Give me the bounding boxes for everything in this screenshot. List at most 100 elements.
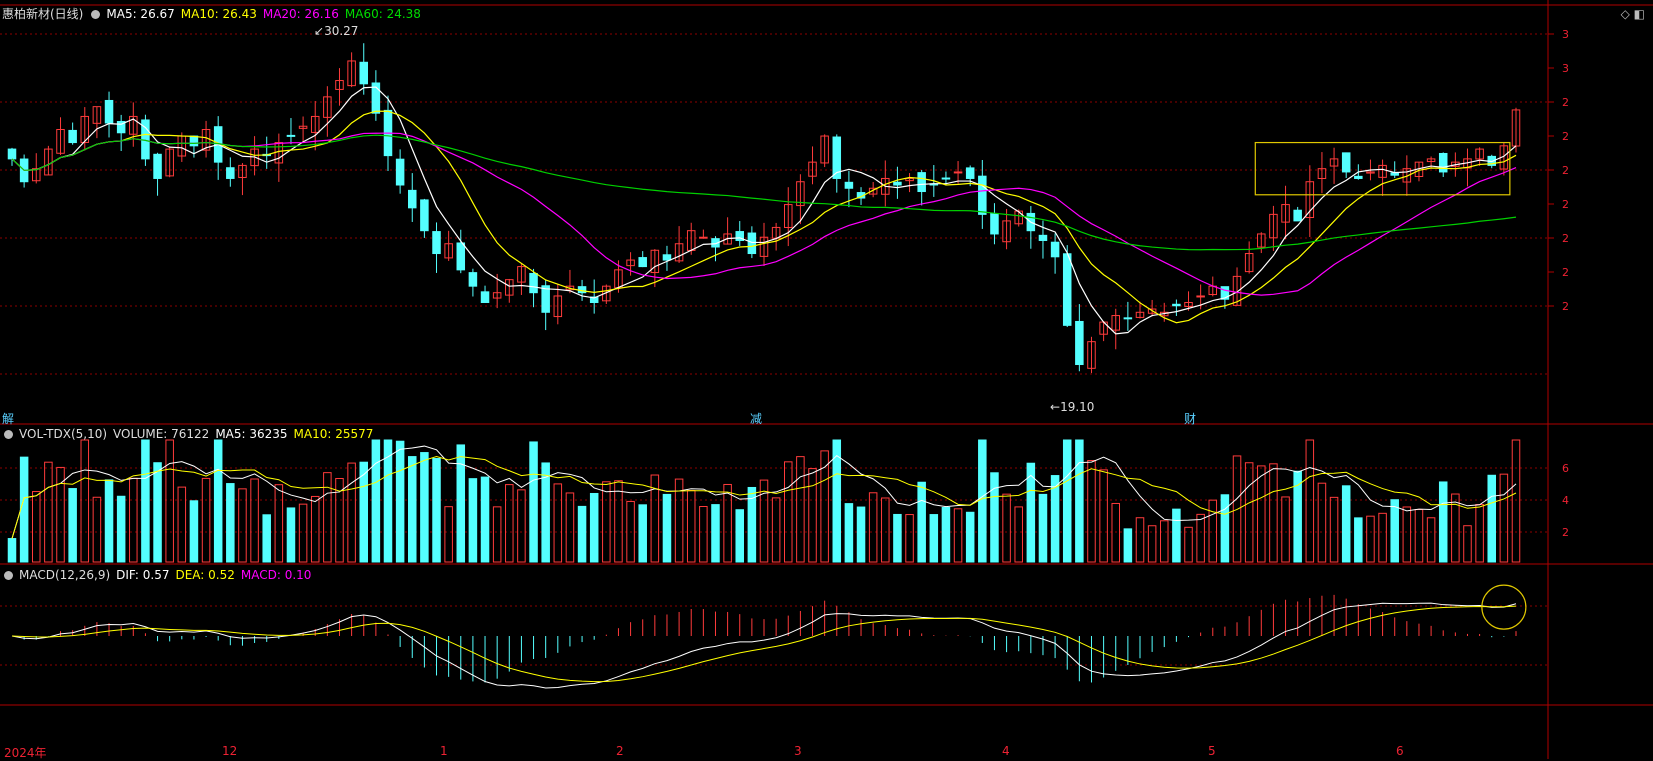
- volume-bar: [420, 452, 429, 563]
- event-marker-finance[interactable]: 财: [1184, 410, 1196, 427]
- volume-bar: [31, 491, 41, 563]
- candle-body: [189, 135, 199, 147]
- volume-bar: [323, 472, 332, 563]
- x-tick-label: 1: [440, 744, 448, 758]
- volume-bar: [686, 490, 696, 563]
- price-axis-label: 3: [1562, 28, 1569, 41]
- candle-body: [1438, 152, 1448, 173]
- candle-body: [286, 134, 296, 137]
- volume-bar: [444, 506, 453, 563]
- candle-body: [432, 231, 441, 255]
- volume-value: VOLUME: 76122: [113, 427, 210, 441]
- volume-bar: [893, 513, 902, 563]
- volume-bar: [1366, 515, 1375, 563]
- candle-body: [226, 167, 235, 179]
- volume-bar: [1087, 460, 1096, 563]
- volume-bar: [177, 486, 187, 563]
- candle-body: [420, 199, 429, 232]
- low-price-label: 19.10: [1060, 400, 1095, 414]
- volume-bar: [19, 456, 29, 563]
- volume-bar: [116, 495, 126, 563]
- ma20-line: [11, 132, 1517, 296]
- candle-body: [104, 99, 114, 124]
- candle-body: [699, 236, 708, 239]
- volume-bar: [1378, 512, 1387, 563]
- volume-bar: [129, 477, 138, 563]
- x-tick-label: 12: [222, 744, 238, 758]
- ma60-value: MA60: 24.38: [344, 7, 421, 21]
- volume-bar: [978, 439, 987, 563]
- volume-bar: [614, 480, 623, 563]
- volume-bar: [1196, 513, 1205, 563]
- candle-body: [456, 242, 466, 271]
- price-axis-label: 2: [1562, 198, 1569, 211]
- volume-bar: [432, 457, 441, 563]
- volume-bar: [92, 496, 102, 563]
- volume-bar: [1329, 496, 1339, 563]
- volume-bar: [1147, 525, 1157, 563]
- price-axis-label: 2: [1562, 130, 1569, 143]
- panel-tools: ◇ ◧: [1621, 7, 1645, 21]
- x-tick-label: 6: [1396, 744, 1404, 758]
- volume-bar: [1499, 473, 1509, 563]
- volume-bar: [1511, 439, 1521, 563]
- volume-bar: [990, 472, 999, 563]
- candle-body: [395, 158, 405, 186]
- kline-chart[interactable]: 3 3 2 2 2 2 2 2 2 6 4 2 惠柏新材(日线) MA5: 26.67 MA10: 26.…: [0, 0, 1653, 760]
- volume-panel-header: VOL-TDX(5,10) VOLUME: 76122 MA5: 36235 MA10…: [2, 426, 379, 442]
- ma10-value: MA10: 26.43: [180, 7, 257, 21]
- high-annotation: ↙30.27: [314, 24, 359, 38]
- volume-bar: [1354, 517, 1363, 563]
- collapse-icon[interactable]: [4, 571, 13, 580]
- volume-bar: [577, 505, 587, 563]
- vol-indicator-name: VOL-TDX(5,10): [19, 427, 108, 441]
- price-axis-label: 3: [1562, 62, 1569, 75]
- volume-bar: [1463, 525, 1472, 563]
- chart-canvas[interactable]: 3 3 2 2 2 2 2 2 2 6 4 2: [0, 0, 1653, 759]
- volume-bar: [1159, 520, 1169, 563]
- candle-body: [1062, 253, 1072, 326]
- volume-bar: [468, 478, 478, 563]
- diamond-icon[interactable]: ◇: [1621, 7, 1630, 21]
- volume-bar: [1269, 463, 1278, 563]
- event-marker-reduce[interactable]: 减: [750, 410, 762, 427]
- window-icon[interactable]: ◧: [1634, 7, 1645, 21]
- volume-bar: [1244, 462, 1254, 563]
- event-marker-unlock[interactable]: 解: [2, 410, 14, 427]
- candle-body: [965, 167, 975, 179]
- volume-bar: [905, 514, 914, 563]
- candle-body: [7, 148, 17, 160]
- volume-bar: [1014, 506, 1023, 563]
- volume-bar: [347, 462, 356, 563]
- volume-bar: [153, 462, 162, 563]
- volume-bar: [1062, 439, 1072, 563]
- dif-value: DIF: 0.57: [116, 568, 170, 582]
- volume-bar: [407, 456, 417, 563]
- volume-bar: [602, 481, 611, 563]
- ma20-value: MA20: 26.16: [262, 7, 339, 21]
- volume-bar: [711, 504, 720, 563]
- candle-body: [68, 129, 77, 144]
- volume-bar: [1111, 502, 1121, 563]
- volume-axis-label: 2: [1562, 526, 1569, 539]
- volume-bar: [844, 503, 854, 563]
- volume-bar: [250, 478, 259, 563]
- x-tick-label: 4: [1002, 744, 1010, 758]
- volume-bar: [1123, 528, 1133, 563]
- volume-bar: [1099, 469, 1108, 563]
- x-tick-label: 5: [1208, 744, 1216, 758]
- volume-bar: [359, 461, 369, 563]
- volume-bar: [1402, 506, 1412, 563]
- volume-bar: [1426, 517, 1436, 563]
- volume-bar: [1390, 499, 1399, 563]
- volume-bar: [1208, 499, 1218, 563]
- candle-body: [893, 181, 902, 186]
- collapse-icon[interactable]: [4, 430, 13, 439]
- candle-body: [990, 212, 999, 235]
- volume-bar: [189, 500, 199, 563]
- high-price-label: 30.27: [324, 24, 359, 38]
- volume-bar: [371, 439, 381, 563]
- candle-body: [978, 175, 987, 215]
- collapse-icon[interactable]: [91, 10, 101, 19]
- volume-bar: [796, 456, 805, 563]
